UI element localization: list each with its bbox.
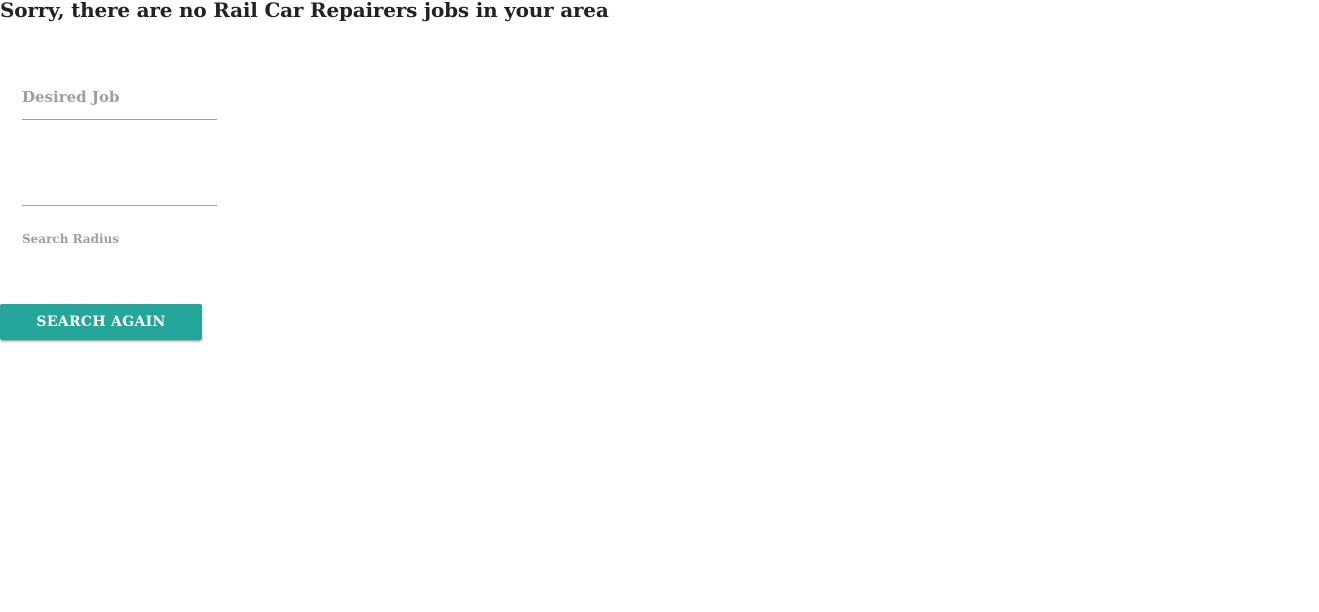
location-field xyxy=(22,166,217,206)
desired-job-field xyxy=(22,80,217,120)
search-radius-label: Search Radius xyxy=(22,232,120,246)
desired-job-input[interactable] xyxy=(22,80,217,120)
search-again-button[interactable]: SEARCH AGAIN xyxy=(0,304,202,340)
page-title: Sorry, there are no Rail Car Repairers j… xyxy=(0,0,609,22)
location-input[interactable] xyxy=(22,166,217,206)
